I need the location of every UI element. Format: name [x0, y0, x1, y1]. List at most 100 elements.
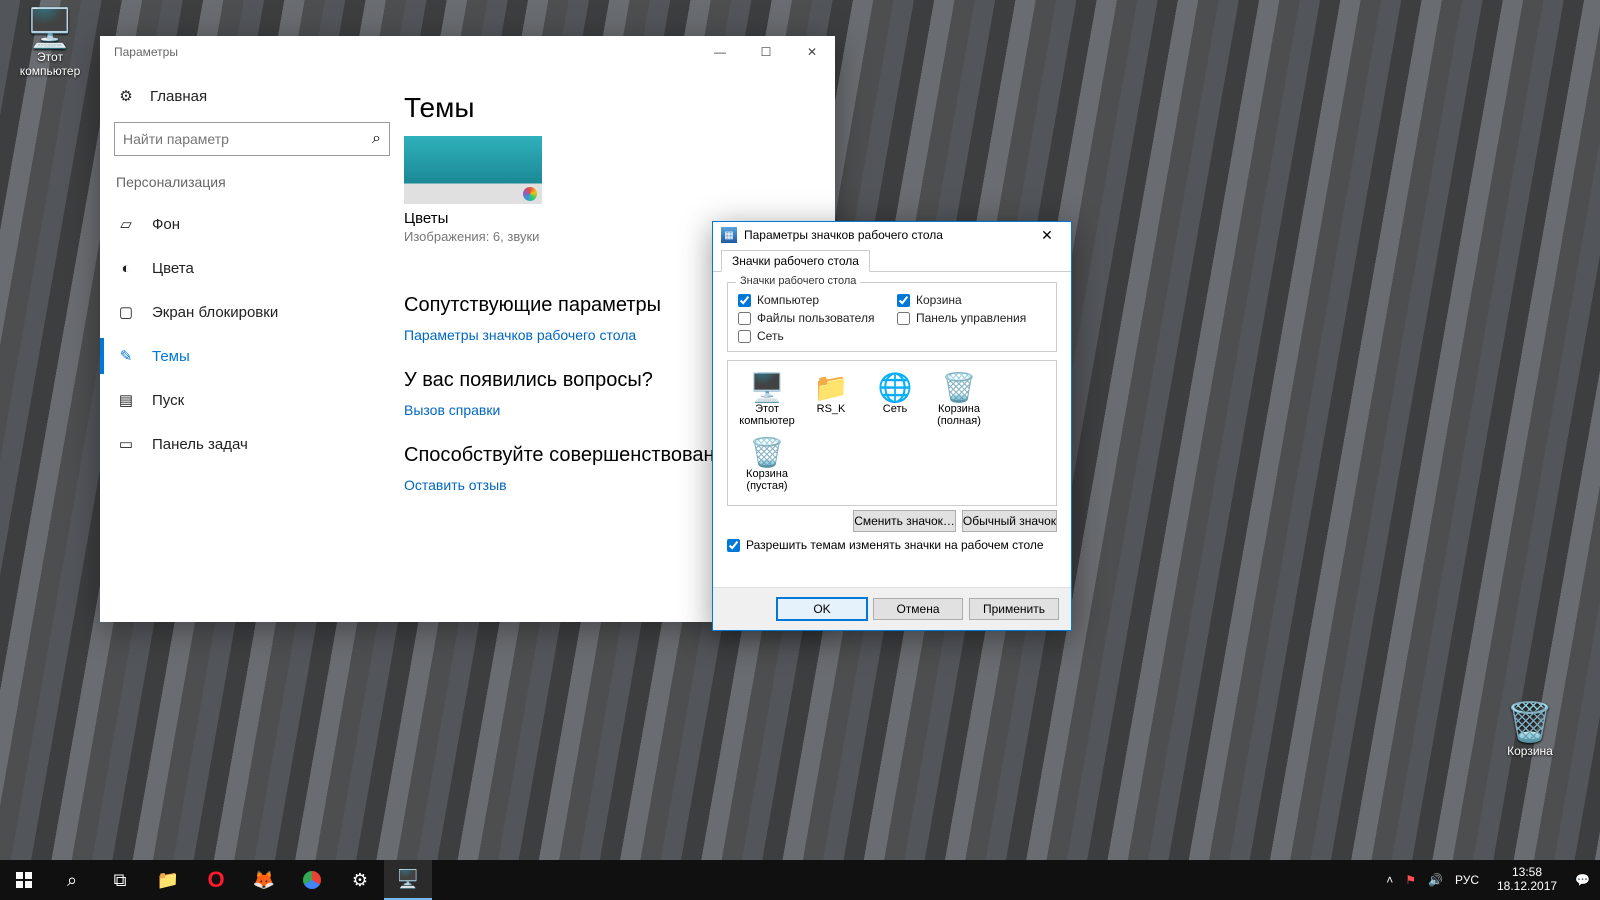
- opera-button[interactable]: O: [192, 860, 240, 900]
- recycle-empty-icon: 🗑️: [738, 436, 796, 468]
- apply-button[interactable]: Применить: [969, 598, 1059, 620]
- theme-thumbnail[interactable]: [404, 136, 542, 204]
- sidebar-item-colors[interactable]: ◐ Цвета: [112, 246, 392, 290]
- taskbar-icon: ▭: [116, 434, 136, 454]
- groupbox-legend: Значки рабочего стола: [736, 275, 860, 287]
- allow-themes-input[interactable]: [727, 539, 740, 552]
- settings-titlebar: Параметры — ☐ ✕: [100, 36, 835, 68]
- desktop-recycle-bin[interactable]: 🗑️ Корзина: [1490, 702, 1570, 758]
- gear-icon: ⚙: [116, 86, 136, 106]
- checkbox-computer[interactable]: Компьютер: [738, 293, 887, 307]
- allow-themes-checkbox[interactable]: Разрешить темам изменять значки на рабоч…: [727, 538, 1057, 552]
- desktop-icons-groupbox: Значки рабочего стола Компьютер Корзина …: [727, 282, 1057, 352]
- search-icon: ⌕: [67, 870, 77, 891]
- close-button[interactable]: ✕: [789, 36, 835, 68]
- taskview-icon: ⧉: [114, 870, 127, 891]
- maximize-button[interactable]: ☐: [743, 36, 789, 68]
- icon-preview-list: 🖥️Этот компьютер 📁RS_K 🌐Сеть 🗑️Корзина (…: [727, 360, 1057, 506]
- recycle-bin-icon: 🗑️: [1490, 702, 1570, 744]
- computer-icon: 🖥️: [10, 8, 90, 50]
- volume-icon[interactable]: 🔊: [1428, 873, 1443, 887]
- settings-taskbar-button[interactable]: ⚙: [336, 860, 384, 900]
- desktop-label-this-pc: Этот компьютер: [10, 50, 90, 78]
- nav-label-background: Фон: [152, 216, 180, 233]
- desktop-icon-settings-dialog: ▦ Параметры значков рабочего стола ✕ Зна…: [712, 221, 1072, 631]
- recycle-full-icon: 🗑️: [930, 371, 988, 403]
- dialog-titlebar: ▦ Параметры значков рабочего стола ✕: [713, 222, 1071, 248]
- checkbox-controlpanel-input[interactable]: [897, 312, 910, 325]
- home-label: Главная: [150, 88, 207, 105]
- nav-label-lockscreen: Экран блокировки: [152, 304, 278, 321]
- computer-icon: 🖥️: [738, 371, 796, 403]
- sidebar-item-start[interactable]: ▤ Пуск: [112, 378, 392, 422]
- search-icon: ⌕: [372, 130, 381, 148]
- taskview-button[interactable]: ⧉: [96, 860, 144, 900]
- personalization-taskbar-button[interactable]: 🖥️: [384, 860, 432, 900]
- checkbox-recycle[interactable]: Корзина: [897, 293, 1046, 307]
- nav-label-start: Пуск: [152, 392, 184, 409]
- start-icon: ▤: [116, 390, 136, 410]
- search-input[interactable]: ⌕: [114, 122, 390, 156]
- checkbox-userfiles[interactable]: Файлы пользователя: [738, 311, 887, 325]
- start-button[interactable]: [0, 860, 48, 900]
- page-title: Темы: [404, 92, 815, 124]
- restore-default-button[interactable]: Обычный значок: [962, 510, 1057, 532]
- notifications-icon[interactable]: 💬: [1575, 873, 1590, 887]
- tab-desktop-icons[interactable]: Значки рабочего стола: [721, 250, 870, 272]
- dialog-title-icon: ▦: [721, 227, 737, 243]
- user-folder-icon: 📁: [802, 371, 860, 403]
- nav-label-themes: Темы: [152, 348, 190, 365]
- search-button[interactable]: ⌕: [48, 860, 96, 900]
- folder-icon: 📁: [157, 870, 179, 891]
- icon-item-this-pc[interactable]: 🖥️Этот компьютер: [736, 369, 798, 432]
- search-field[interactable]: [123, 131, 372, 147]
- taskbar: ⌕ ⧉ 📁 O 🦊 ⚙ 🖥️ ˄ ⚑ 🔊 РУС 13:58 18.12.201…: [0, 860, 1600, 900]
- clock-date: 18.12.2017: [1497, 880, 1557, 894]
- themes-icon: ✎: [116, 346, 136, 366]
- minimize-button[interactable]: —: [697, 36, 743, 68]
- monitor-icon: 🖥️: [397, 869, 419, 890]
- network-icon: 🌐: [866, 371, 924, 403]
- cancel-button[interactable]: Отмена: [873, 598, 963, 620]
- palette-icon: ◐: [116, 258, 136, 278]
- explorer-button[interactable]: 📁: [144, 860, 192, 900]
- checkbox-computer-input[interactable]: [738, 294, 751, 307]
- sidebar-item-themes[interactable]: ✎ Темы: [112, 334, 392, 378]
- clock-time: 13:58: [1497, 866, 1557, 880]
- lockscreen-icon: ▢: [116, 302, 136, 322]
- dialog-close-button[interactable]: ✕: [1027, 224, 1067, 246]
- security-icon[interactable]: ⚑: [1405, 873, 1416, 887]
- gear-icon: ⚙: [352, 870, 368, 891]
- nav-label-taskbar: Панель задач: [152, 436, 248, 453]
- opera-icon: O: [207, 867, 224, 893]
- windows-logo-icon: [16, 872, 32, 888]
- ok-button[interactable]: OK: [777, 598, 867, 620]
- sidebar-item-background[interactable]: ▱ Фон: [112, 202, 392, 246]
- change-icon-button[interactable]: Сменить значок…: [853, 510, 956, 532]
- picture-icon: ▱: [116, 214, 136, 234]
- desktop-this-pc[interactable]: 🖥️ Этот компьютер: [10, 8, 90, 78]
- checkbox-network[interactable]: Сеть: [738, 329, 887, 343]
- checkbox-recycle-input[interactable]: [897, 294, 910, 307]
- checkbox-controlpanel[interactable]: Панель управления: [897, 311, 1046, 325]
- sidebar-home[interactable]: ⚙ Главная: [112, 80, 392, 118]
- sidebar-item-lockscreen[interactable]: ▢ Экран блокировки: [112, 290, 392, 334]
- settings-window-title: Параметры: [114, 45, 697, 59]
- icon-item-network[interactable]: 🌐Сеть: [864, 369, 926, 432]
- icon-item-user[interactable]: 📁RS_K: [800, 369, 862, 432]
- sidebar-category: Персонализация: [116, 174, 388, 190]
- firefox-button[interactable]: 🦊: [240, 860, 288, 900]
- chrome-icon: [303, 871, 321, 889]
- checkbox-userfiles-input[interactable]: [738, 312, 751, 325]
- dialog-title: Параметры значков рабочего стола: [744, 228, 1027, 242]
- icon-item-recycle-empty[interactable]: 🗑️Корзина (пустая): [736, 434, 798, 497]
- settings-sidebar: ⚙ Главная ⌕ Персонализация ▱ Фон ◐ Цвета…: [100, 68, 404, 622]
- firefox-icon: 🦊: [253, 870, 275, 891]
- language-indicator[interactable]: РУС: [1455, 873, 1479, 887]
- checkbox-network-input[interactable]: [738, 330, 751, 343]
- clock[interactable]: 13:58 18.12.2017: [1491, 866, 1563, 894]
- chrome-button[interactable]: [288, 860, 336, 900]
- tray-chevron-icon[interactable]: ˄: [1386, 873, 1393, 887]
- sidebar-item-taskbar[interactable]: ▭ Панель задач: [112, 422, 392, 466]
- icon-item-recycle-full[interactable]: 🗑️Корзина (полная): [928, 369, 990, 432]
